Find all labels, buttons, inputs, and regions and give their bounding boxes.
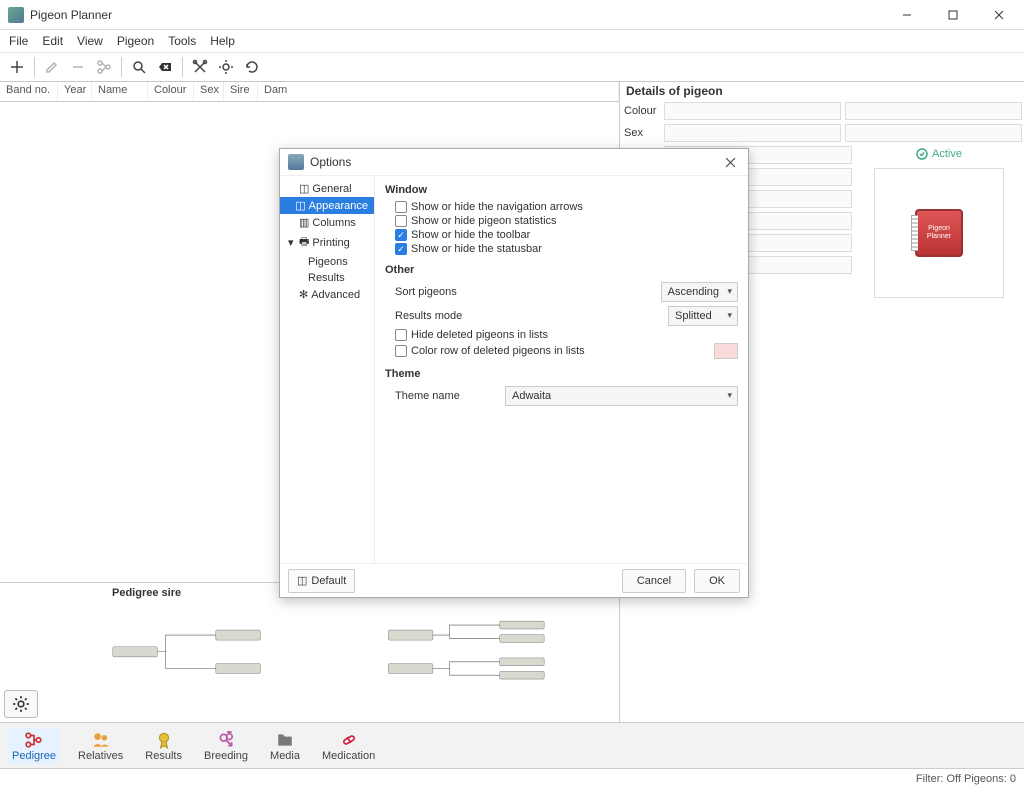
combo-theme[interactable]: Adwaita <box>505 386 738 406</box>
separator <box>121 57 122 77</box>
color-swatch[interactable] <box>714 343 738 359</box>
dialog-content: Window Show or hide the navigation arrow… <box>375 176 748 563</box>
search-button[interactable] <box>126 54 152 80</box>
section-window: Window <box>385 184 738 196</box>
clear-search-button[interactable] <box>152 54 178 80</box>
media-icon <box>275 730 295 750</box>
nav-pigeons[interactable]: Pigeons <box>280 254 374 270</box>
nav-advanced[interactable]: ✻ Advanced <box>280 286 374 303</box>
cancel-button[interactable]: Cancel <box>622 569 686 593</box>
pedigree-settings-button[interactable] <box>4 690 38 718</box>
nav-printing[interactable]: ▾🖶 Printing <box>280 231 374 254</box>
toolbar <box>0 52 1024 82</box>
detail-label-sex: Sex <box>622 127 662 139</box>
col-year[interactable]: Year <box>58 82 92 101</box>
add-button[interactable] <box>4 54 30 80</box>
chk-nav-arrows[interactable] <box>395 201 407 213</box>
col-band[interactable]: Band no. <box>0 82 58 101</box>
tab-pedigree[interactable]: Pedigree <box>8 728 60 764</box>
tab-media[interactable]: Media <box>266 728 304 764</box>
pigeon-planner-logo-icon: Pigeon Planner <box>915 209 963 257</box>
statusbar: Filter: Off Pigeons: 0 <box>0 768 1024 788</box>
remove-button[interactable] <box>65 54 91 80</box>
section-other: Other <box>385 264 738 276</box>
options-dialog: Options ◫ General ◫ Appearance ▥ Columns… <box>279 148 749 598</box>
label-results-mode: Results mode <box>395 310 668 322</box>
combo-results-mode[interactable]: Splitted <box>668 306 738 326</box>
dialog-titlebar: Options <box>280 149 748 175</box>
refresh-button[interactable] <box>239 54 265 80</box>
tab-results[interactable]: Results <box>141 728 186 764</box>
chk-statistics[interactable] <box>395 215 407 227</box>
maximize-button[interactable] <box>930 0 976 30</box>
pedigree-panel: Pedigree sire <box>0 582 619 722</box>
nav-columns[interactable]: ▥ Columns <box>280 214 374 231</box>
label-sort: Sort pigeons <box>395 286 661 298</box>
detail-sex-input2[interactable] <box>845 124 1022 142</box>
chk-toolbar[interactable] <box>395 229 407 241</box>
separator <box>34 57 35 77</box>
menu-edit[interactable]: Edit <box>35 32 70 50</box>
default-button[interactable]: ◫ Default <box>288 569 355 593</box>
tab-medication[interactable]: Medication <box>318 728 379 764</box>
chk-color-deleted[interactable] <box>395 345 407 357</box>
detail-colour-input[interactable] <box>664 102 841 120</box>
menu-pigeon[interactable]: Pigeon <box>110 32 161 50</box>
app-icon <box>8 7 24 23</box>
bottom-tabs: Pedigree Relatives Results Breeding Medi… <box>0 722 1024 768</box>
list-header: Band no. Year Name Colour Sex Sire Dam <box>0 82 619 102</box>
col-sex[interactable]: Sex <box>194 82 224 101</box>
medication-icon <box>339 730 359 750</box>
tab-breeding[interactable]: Breeding <box>200 728 252 764</box>
minimize-button[interactable] <box>884 0 930 30</box>
tools-button[interactable] <box>187 54 213 80</box>
dialog-nav: ◫ General ◫ Appearance ▥ Columns ▾🖶 Prin… <box>280 176 375 563</box>
tab-relatives[interactable]: Relatives <box>74 728 127 764</box>
separator <box>182 57 183 77</box>
menu-file[interactable]: File <box>2 32 35 50</box>
menu-help[interactable]: Help <box>203 32 242 50</box>
details-title: Details of pigeon <box>622 82 1024 100</box>
detail-label-colour: Colour <box>622 105 662 117</box>
app-title: Pigeon Planner <box>30 8 884 22</box>
chk-hide-deleted[interactable] <box>395 329 407 341</box>
nav-general[interactable]: ◫ General <box>280 180 374 197</box>
pedigree-title: Pedigree sire <box>112 587 181 599</box>
relatives-icon <box>91 730 111 750</box>
nav-results[interactable]: Results <box>280 270 374 286</box>
results-icon <box>154 730 174 750</box>
menu-view[interactable]: View <box>70 32 110 50</box>
active-label: Active <box>932 148 962 160</box>
label-theme: Theme name <box>395 390 505 402</box>
section-theme: Theme <box>385 368 738 380</box>
settings-button[interactable] <box>213 54 239 80</box>
col-dam[interactable]: Dam <box>258 82 619 101</box>
pedigree-icon <box>24 730 44 750</box>
dialog-icon <box>288 154 304 170</box>
breeding-icon <box>216 730 236 750</box>
edit-button[interactable] <box>39 54 65 80</box>
pedigree-tree <box>110 589 611 709</box>
status-text: Filter: Off Pigeons: 0 <box>916 773 1016 785</box>
chk-statusbar[interactable] <box>395 243 407 255</box>
active-badge: Active <box>854 144 1024 164</box>
col-sire[interactable]: Sire <box>224 82 258 101</box>
dialog-title: Options <box>310 155 720 169</box>
titlebar: Pigeon Planner <box>0 0 1024 30</box>
col-name[interactable]: Name <box>92 82 148 101</box>
ok-button[interactable]: OK <box>694 569 740 593</box>
detail-colour-input2[interactable] <box>845 102 1022 120</box>
col-colour[interactable]: Colour <box>148 82 194 101</box>
nav-appearance[interactable]: ◫ Appearance <box>280 197 374 214</box>
detail-sex-input[interactable] <box>664 124 841 142</box>
menu-tools[interactable]: Tools <box>161 32 203 50</box>
dialog-footer: ◫ Default Cancel OK <box>280 563 748 597</box>
combo-sort[interactable]: Ascending <box>661 282 738 302</box>
pigeon-image-frame[interactable]: Pigeon Planner <box>874 168 1004 298</box>
close-button[interactable] <box>976 0 1022 30</box>
menubar: File Edit View Pigeon Tools Help <box>0 30 1024 52</box>
dialog-close-button[interactable] <box>720 152 740 172</box>
pedigree-button[interactable] <box>91 54 117 80</box>
